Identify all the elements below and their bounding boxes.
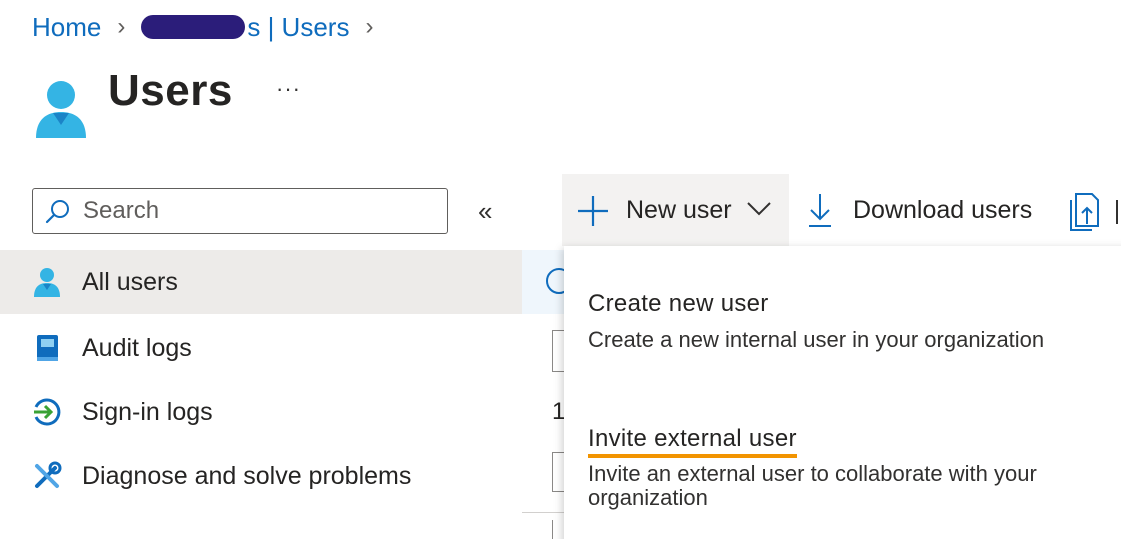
- user-icon: [36, 81, 86, 138]
- breadcrumb-tenant-users-label: s | Users: [247, 11, 350, 42]
- breadcrumb-tenant-users-link[interactable]: s | Users: [141, 12, 349, 43]
- collapse-sidebar-button[interactable]: «: [478, 196, 492, 227]
- menu-item-description: Invite an external user to collaborate w…: [588, 461, 1037, 510]
- breadcrumb-home-link[interactable]: Home: [32, 12, 101, 43]
- sidebar-item-sign-in-logs[interactable]: Sign-in logs: [0, 380, 522, 444]
- sidebar-item-diagnose[interactable]: Diagnose and solve problems: [0, 444, 522, 508]
- plus-icon: [578, 196, 608, 226]
- new-user-menu: Create new user Create a new internal us…: [564, 246, 1121, 539]
- users-page: Home › s | Users › Users ··· « All users: [0, 0, 1121, 539]
- chevron-right-icon: ›: [365, 13, 374, 40]
- table-edge: [552, 520, 553, 539]
- sidebar-item-label: Sign-in logs: [82, 397, 213, 426]
- download-icon: [809, 194, 831, 227]
- menu-item-description: Create a new internal user in your organ…: [588, 327, 1045, 352]
- redaction-mark: [141, 15, 246, 39]
- sign-in-icon: [34, 398, 61, 426]
- page-title: Users: [108, 66, 233, 115]
- search-box[interactable]: [32, 188, 448, 234]
- menu-item-create-new-user[interactable]: Create new user Create a new internal us…: [588, 290, 1044, 352]
- more-options-button[interactable]: ···: [276, 76, 301, 102]
- user-icon: [34, 268, 60, 297]
- toolbar-overflow-edge: [1116, 200, 1118, 224]
- search-icon: [45, 200, 69, 224]
- download-users-label: Download users: [853, 195, 1033, 224]
- sidebar-item-label: Audit logs: [82, 333, 192, 362]
- chevron-down-icon: [747, 202, 771, 216]
- sidebar-item-label: Diagnose and solve problems: [82, 461, 412, 490]
- menu-item-title: Invite external user: [588, 424, 797, 458]
- new-user-button[interactable]: New user: [562, 174, 789, 246]
- search-input[interactable]: [81, 196, 425, 226]
- menu-item-title: Create new user: [588, 290, 769, 317]
- sidebar-item-all-users[interactable]: All users: [0, 250, 522, 314]
- menu-item-invite-external-user[interactable]: Invite external user Invite an external …: [588, 424, 1108, 510]
- chevron-right-icon: ›: [117, 13, 126, 40]
- breadcrumb: Home › s | Users ›: [32, 8, 389, 46]
- bulk-operations-icon[interactable]: [1068, 192, 1102, 232]
- sidebar-item-label: All users: [82, 267, 178, 296]
- sidebar-item-audit-logs[interactable]: Audit logs: [0, 316, 522, 380]
- new-user-label: New user: [626, 195, 732, 224]
- book-icon: [37, 335, 58, 361]
- wrench-icon: [35, 461, 62, 488]
